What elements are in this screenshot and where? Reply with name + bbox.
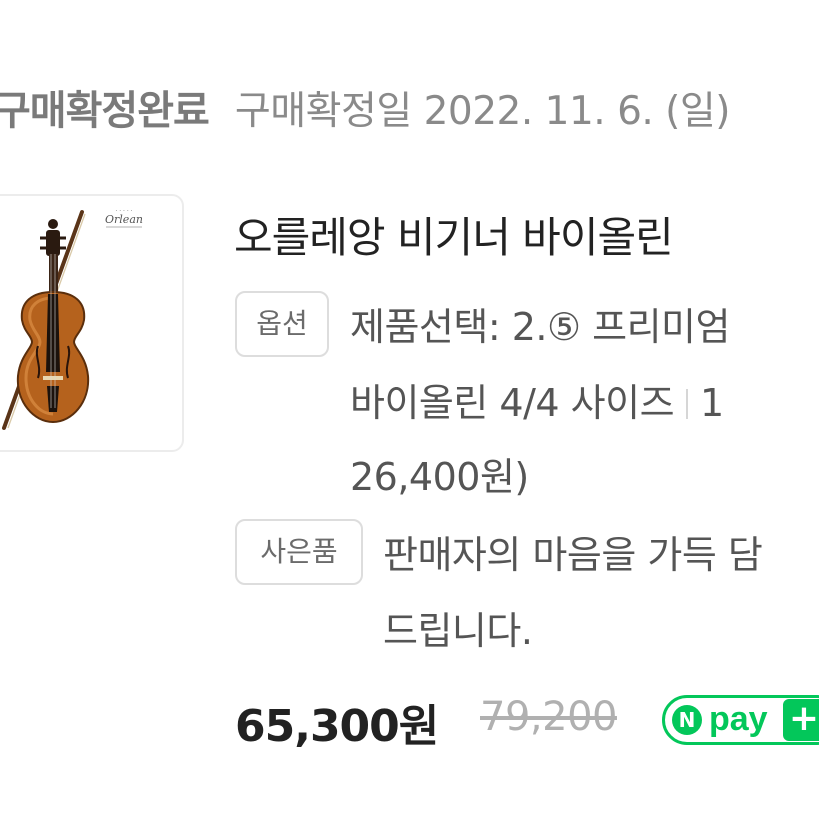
- option-size-text: 바이올린 4/4 사이즈: [350, 381, 675, 425]
- order-header: 구매확정완료 구매확정일 2022. 11. 6. (일): [0, 78, 731, 136]
- option-text-line1: 제품선택: 2.⑤ 프리미엄: [350, 305, 730, 349]
- confirm-date: 구매확정일 2022. 11. 6. (일): [234, 89, 731, 134]
- option-quantity-text: 1: [700, 381, 724, 425]
- npay-n-icon: N: [672, 705, 702, 735]
- gift-badge: 사은품: [235, 519, 363, 585]
- order-status: 구매확정완료: [0, 88, 210, 134]
- gift-text-line1: 판매자의 마음을 가득 담: [383, 533, 763, 577]
- sale-price: 65,300원: [235, 701, 439, 752]
- option-text-line2: 바이올린 4/4 사이즈 1: [350, 372, 724, 427]
- product-thumbnail[interactable]: · · · · · Orlean: [0, 194, 184, 452]
- order-history-card: 구매확정완료 구매확정일 2022. 11. 6. (일) · · · · · …: [0, 0, 819, 819]
- npay-plus-badge: N pay +: [662, 695, 819, 745]
- option-text-line3: 26,400원): [350, 455, 529, 499]
- brand-logo: Orlean: [105, 213, 143, 226]
- gift-text-line2: 드립니다.: [383, 609, 533, 653]
- violin-image: · · · · · Orlean: [2, 208, 143, 430]
- original-price: 79,200: [480, 694, 617, 740]
- option-badge: 옵션: [235, 291, 329, 357]
- option-separator: [686, 389, 689, 419]
- npay-label: pay: [709, 700, 768, 738]
- product-title[interactable]: 오를레앙 비기너 바이올린: [234, 204, 674, 265]
- plus-icon: +: [783, 699, 819, 741]
